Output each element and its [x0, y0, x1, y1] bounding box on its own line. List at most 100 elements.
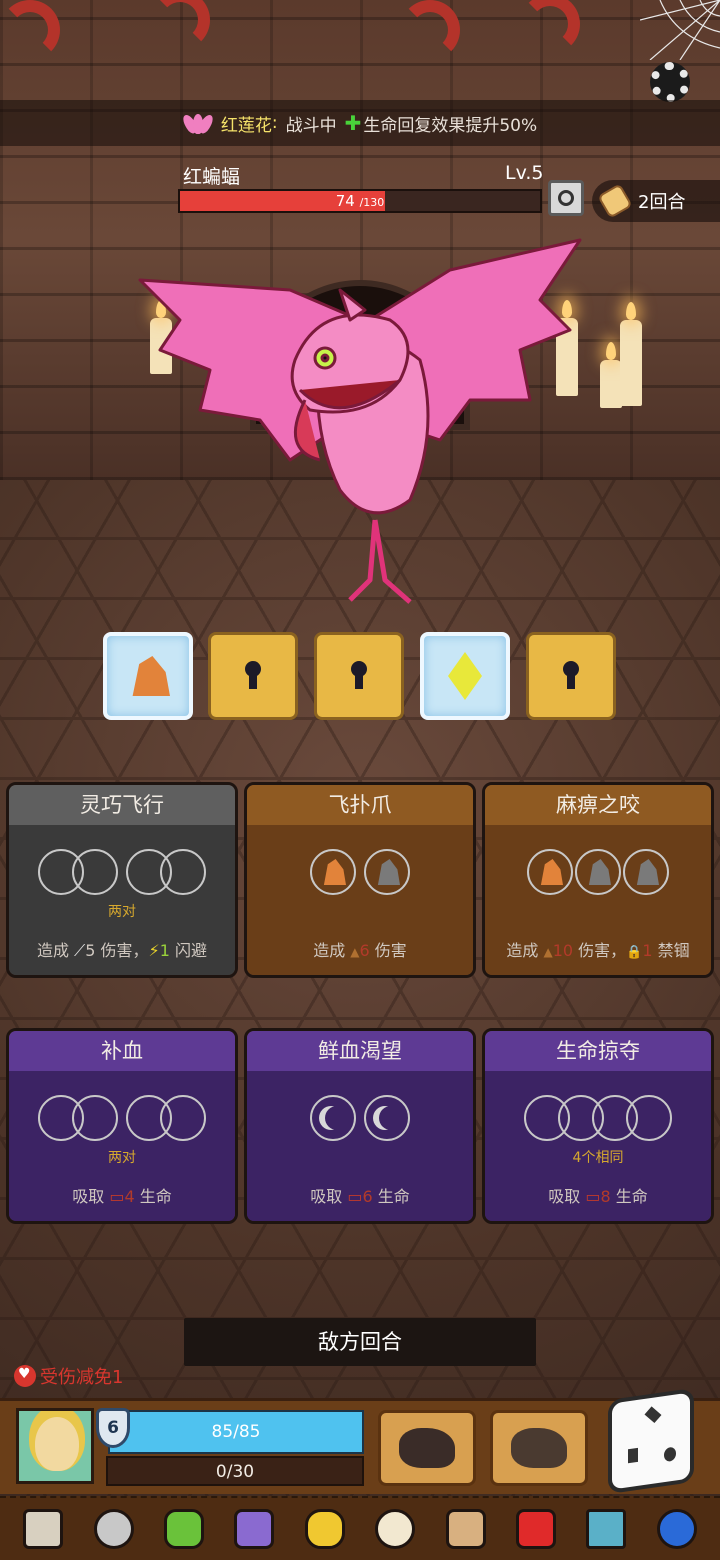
yellow-diamond-die-icon [448, 652, 482, 700]
gray-shard-slot [575, 849, 621, 895]
buff-status: 战斗中 [285, 115, 337, 136]
equipment-slot-gauntlet[interactable] [378, 1410, 476, 1486]
heart-card-icon[interactable] [299, 1503, 351, 1555]
candle-flame [606, 342, 616, 360]
buff-effect: 生命回复效果提升50% [363, 115, 538, 136]
roll-dice-button[interactable] [608, 1387, 694, 1495]
enemy-turn-button[interactable]: 敌方回合 [184, 1318, 536, 1366]
skill-title: 鲜血渴望 [247, 1031, 473, 1071]
blood-drain-icon: ▭ [585, 1187, 601, 1206]
skill-title: 生命掠夺 [485, 1031, 711, 1071]
magnifier-icon [558, 190, 574, 206]
skill-effect: 吸取 ▭8 生命 [548, 1187, 648, 1206]
skill-effect: 吸取 ▭6 生命 [310, 1187, 410, 1206]
orange-shard-slot [310, 849, 356, 895]
dice-slot-locked[interactable] [208, 632, 298, 720]
buff-colon: : [271, 113, 278, 133]
enemy-level: Lv.5 [505, 162, 544, 184]
skill-card-paralyzing-bite[interactable]: 麻痹之咬 造成 ▲10 伤害，🔒1 禁锢 [482, 782, 714, 978]
skill-effect: 吸取 ▭4 生命 [72, 1187, 172, 1206]
skill-requirement: 4个相同 [572, 1150, 624, 1166]
skill-requirement: 两对 [108, 1150, 136, 1166]
gray-shard-slot [364, 849, 410, 895]
buff-name: 红莲花 [220, 115, 272, 136]
dice-slot-locked[interactable] [526, 632, 616, 720]
damage-reduction-text: 受伤减免1 [40, 1367, 124, 1388]
heart-shield-icon [14, 1365, 36, 1387]
dice-pair-slot [126, 849, 206, 895]
enemy-name: 红蝙蝠 [183, 166, 241, 188]
enemy-hp-current: 74 [335, 192, 355, 210]
skill-title: 麻痹之咬 [485, 785, 711, 825]
moon-slot-icon [310, 1095, 356, 1141]
blood-drain-icon: ▭ [109, 1187, 125, 1206]
lightning-icon: ⚡ [148, 941, 160, 960]
candle-flame [626, 302, 636, 320]
equipment-slot-pickaxe[interactable] [490, 1410, 588, 1486]
claw-icon: ▲ [350, 945, 360, 959]
dragon-icon[interactable] [228, 1503, 280, 1555]
player-shield-text: 85/85 [211, 1422, 261, 1442]
skill-effect: 造成 ⟋5 伤害，⚡1 闪避 [36, 941, 208, 960]
plus-icon: ✚ [344, 111, 362, 135]
skill-effect: 造成 ▲10 伤害，🔒1 禁锢 [506, 941, 690, 960]
round-scroll-icon [597, 183, 633, 219]
tentacle-decoration [0, 0, 60, 60]
ring-icon[interactable] [88, 1503, 140, 1555]
skill-card-life-plunder[interactable]: 生命掠夺 4个相同 吸取 ▭8 生命 [482, 1028, 714, 1224]
sun-icon[interactable] [369, 1503, 421, 1555]
skill-card-blood-lust[interactable]: 鲜血渴望 吸取 ▭6 生命 [244, 1028, 476, 1224]
player-hp-bar: 0/30 [106, 1456, 364, 1486]
four-same-slot [524, 1095, 672, 1141]
enemy-hp-max: /130 [359, 196, 385, 209]
lotus-flower-icon [180, 110, 216, 136]
inspect-enemy-button[interactable] [548, 180, 584, 216]
keyhole-icon [561, 661, 581, 691]
skill-title: 灵巧飞行 [9, 785, 235, 825]
skill-title: 飞扑爪 [247, 785, 473, 825]
dice-slot-frozen[interactable] [420, 632, 510, 720]
dice-pair-slot [126, 1095, 206, 1141]
skill-effect: 造成 ▲6 伤害 [313, 941, 407, 960]
round-counter: 2回合 [592, 180, 720, 222]
red-bat-enemy[interactable] [120, 230, 600, 610]
tree-icon[interactable] [158, 1503, 210, 1555]
gauntlet-icon [399, 1428, 455, 1468]
lock-icon: 🔒 [626, 945, 643, 960]
damage-reduction-status: 受伤减免1 [14, 1363, 123, 1389]
pickaxe-icon[interactable] [580, 1503, 632, 1555]
skill-title: 补血 [9, 1031, 235, 1071]
skill-card-heal[interactable]: 补血 两对 吸取 ▭4 生命 [6, 1028, 238, 1224]
sword-icon: ⟋ [74, 941, 86, 960]
dice-pair-slot [38, 849, 118, 895]
player-avatar[interactable] [16, 1408, 94, 1484]
dice-slot-frozen[interactable] [103, 632, 193, 720]
orange-shard-die-icon [132, 656, 170, 696]
blood-drain-icon: ▭ [347, 1187, 363, 1206]
ruby-icon[interactable] [510, 1503, 562, 1555]
candle [620, 320, 642, 406]
skill-requirement: 两对 [108, 904, 136, 920]
candle [600, 360, 622, 408]
orange-shard-slot [527, 849, 573, 895]
hourglass-icon[interactable] [440, 1503, 492, 1555]
keyhole-icon [243, 661, 263, 691]
round-text: 2回合 [638, 192, 686, 213]
gray-shard-slot [623, 849, 669, 895]
skill-card-agile-flight[interactable]: 灵巧飞行 两对 造成 ⟋5 伤害，⚡1 闪避 [6, 782, 238, 978]
scroll-icon[interactable] [17, 1503, 69, 1555]
skill-card-pounce-claw[interactable]: 飞扑爪 造成 ▲6 伤害 [244, 782, 476, 978]
enemy-hp-text: 74 /130 [178, 190, 542, 214]
moon-slot-icon [364, 1095, 410, 1141]
rock-pickaxe-icon [511, 1428, 567, 1468]
status-banner: 红莲花: 战斗中 ✚ 生命回复效果提升50% [0, 100, 720, 146]
keyhole-icon [349, 661, 369, 691]
tentacle-decoration [400, 0, 460, 60]
relic-bar [0, 1496, 720, 1560]
blue-spirit-icon[interactable] [651, 1503, 703, 1555]
shield-level-icon: 6 [96, 1408, 130, 1448]
claw-icon: ▲ [543, 945, 553, 959]
dice-slot-locked[interactable] [314, 632, 404, 720]
spiderweb-decoration [640, 0, 720, 60]
settings-gear-icon[interactable] [650, 62, 690, 102]
